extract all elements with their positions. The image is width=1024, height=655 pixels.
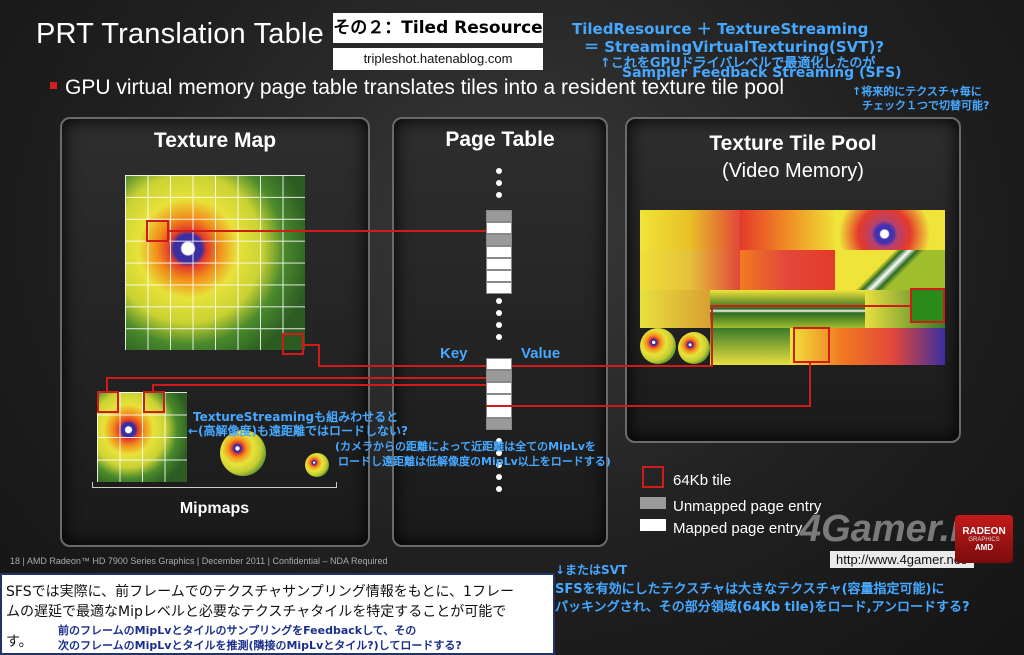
pool-tile-highlight	[793, 327, 830, 363]
note-line-1: SFSでは実際に、前フレームでのテクスチャサンプリング情報をもとに、1フレー	[6, 584, 514, 600]
mapping-line	[106, 377, 486, 379]
pool-tile	[640, 250, 740, 290]
slide-title: PRT Translation Table	[36, 18, 324, 50]
bullet-square-icon	[50, 81, 57, 89]
texture-tile-highlight	[146, 220, 169, 242]
mipmap-tile-highlight	[97, 391, 119, 413]
note-sub-2: 次のフレームのMipLvとタイルを推測(隣接のMipLvとタイル?)してロードす…	[58, 639, 462, 652]
pool-tile	[640, 290, 710, 328]
bracket-tick	[336, 482, 337, 488]
page-table-title: Page Table	[445, 128, 555, 151]
radeon-text: RADEON	[962, 526, 1006, 537]
annotation-sfs-1: SFSを有効にしたテクスチャは大きなテクスチャ(容量指定可能)に	[555, 582, 945, 597]
blog-url[interactable]: tripleshot.hatenablog.com	[333, 48, 543, 70]
mapping-line	[512, 405, 810, 407]
mapping-line	[106, 377, 108, 392]
pool-tile	[835, 210, 945, 250]
mipmap-level-3	[305, 453, 329, 477]
mapping-line	[318, 365, 486, 367]
ellipsis-dot	[496, 474, 502, 480]
mapping-line	[512, 365, 712, 367]
ellipsis-dot	[496, 168, 502, 174]
pool-tile	[710, 328, 790, 365]
ellipsis-dot	[496, 322, 502, 328]
key-label: Key	[440, 345, 468, 362]
annotation-sfs-2: パッキングされ、その部分領域(64Kb tile)をロード,アンロードする?	[555, 600, 970, 615]
legend-tile-label: 64Kb tile	[673, 472, 732, 489]
slide-footer: 18 | AMD Radeon™ HD 7900 Series Graphics…	[10, 556, 388, 566]
bullet-point: GPU virtual memory page table translates…	[50, 76, 784, 100]
mapping-line	[152, 384, 486, 386]
unmapped-entry	[486, 210, 512, 222]
pool-tile	[710, 290, 865, 328]
ellipsis-dot	[496, 180, 502, 186]
ellipsis-dot	[496, 298, 502, 304]
mapping-line	[169, 230, 486, 232]
mapped-entry	[486, 258, 512, 270]
note-line-2: ムの遅延で最適なMipレベルと必要なテクスチャタイルを特定することが可能で	[6, 604, 507, 620]
mapped-entry	[486, 382, 512, 394]
radeon-badge: RADEON GRAPHICS AMD	[955, 515, 1013, 563]
page-table-block-top	[486, 210, 512, 294]
mapping-line	[711, 305, 911, 307]
mapped-entry	[486, 270, 512, 282]
texture-tile-highlight	[282, 333, 304, 355]
mapping-line	[711, 306, 713, 367]
amd-text: AMD	[974, 543, 994, 552]
page-table-ellipsis	[496, 298, 502, 340]
series-badge: その２：Tiled Resource	[333, 13, 543, 43]
unmapped-entry	[486, 418, 512, 430]
note-sub-1: 前のフレームのMipLvとタイルのサンプリングをFeedbackして、その	[58, 624, 417, 637]
ellipsis-dot	[496, 310, 502, 316]
mapping-line	[486, 405, 512, 407]
mipmaps-bracket	[92, 487, 337, 488]
texture-map-image	[125, 175, 305, 350]
mapping-line	[304, 344, 319, 346]
annotation-mid-4: ロードし遠距離は低解像度のMipLv以上をロードする)	[338, 455, 611, 468]
mapped-entry	[486, 282, 512, 294]
bracket-tick	[92, 482, 93, 488]
pool-tile	[640, 210, 740, 250]
unmapped-entry	[486, 234, 512, 246]
legend-tile-icon	[642, 466, 664, 488]
explanation-note: SFSでは実際に、前フレームでのテクスチャサンプリング情報をもとに、1フレー ム…	[0, 573, 555, 655]
mapped-entry	[486, 406, 512, 418]
legend-mapped-label: Mapped page entry	[673, 520, 803, 537]
annotation-svt-or: ↓またはSVT	[555, 563, 628, 577]
mipmap-tile-highlight	[143, 391, 165, 413]
pool-tile-highlight	[910, 288, 945, 323]
pool-tile-mip	[640, 328, 676, 364]
mapped-entry	[486, 246, 512, 258]
pool-tile	[740, 250, 835, 290]
mapped-entry	[486, 222, 512, 234]
annotation-side-2: チェック１つで切替可能?	[862, 99, 990, 112]
annotation-mid-2: ←(高解像度)も遠距離ではロードしない?	[188, 424, 408, 438]
pool-tile	[835, 250, 945, 290]
pool-tile-mip	[678, 332, 710, 364]
texture-map-title: Texture Map	[153, 129, 277, 152]
tile-pool-title: Texture Tile Pool	[709, 132, 877, 155]
ellipsis-dot	[496, 192, 502, 198]
bullet-text: GPU virtual memory page table translates…	[65, 76, 785, 99]
pool-tile	[740, 210, 835, 250]
mapping-line	[318, 344, 320, 366]
ellipsis-dot	[496, 334, 502, 340]
legend-mapped-icon	[640, 519, 666, 531]
page-table-column	[496, 168, 502, 204]
unmapped-entry	[486, 370, 512, 382]
mapping-line	[809, 363, 811, 407]
tile-pool-subtitle: (Video Memory)	[722, 160, 864, 182]
ellipsis-dot	[496, 486, 502, 492]
value-label: Value	[521, 345, 561, 362]
page-table-block-bottom	[486, 358, 512, 430]
mapped-entry	[486, 358, 512, 370]
legend-unmapped-icon	[640, 497, 666, 509]
4gamer-url[interactable]: http://www.4gamer.net/	[830, 551, 975, 568]
annotation-mid-3: (カメラからの距離によって近距離は全てのMipLvを	[335, 440, 596, 453]
mipmaps-label: Mipmaps	[179, 500, 250, 517]
note-line-3: す。	[6, 634, 33, 650]
